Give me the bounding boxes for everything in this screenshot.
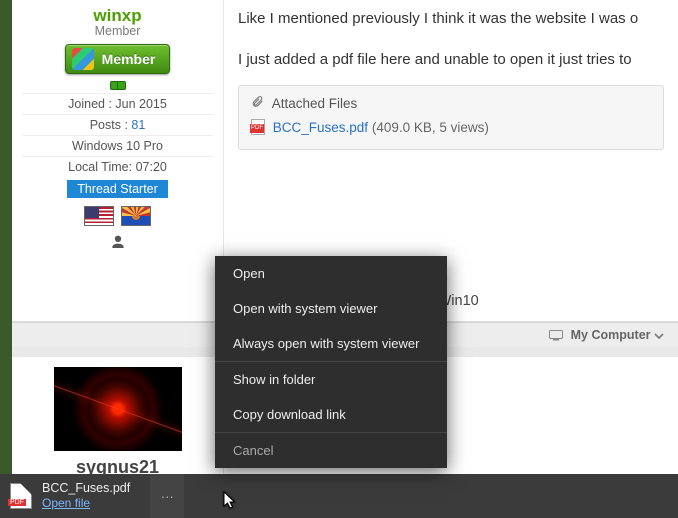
windows-logo-icon — [72, 48, 94, 70]
thread-starter-badge: Thread Starter — [67, 180, 168, 198]
local-time-line: Local Time: 07:20 — [22, 156, 213, 177]
joined-line: Joined : Jun 2015 — [22, 93, 213, 114]
download-context-menu: Open Open with system viewer Always open… — [215, 256, 447, 468]
os-line: Windows 10 Pro — [22, 135, 213, 156]
flag-us-icon — [84, 206, 114, 226]
member-badge-label: Member — [102, 51, 156, 67]
posts-count-link[interactable]: 81 — [131, 118, 145, 132]
flag-arizona-icon — [121, 206, 151, 226]
attachment-link[interactable]: BCC_Fuses.pdf — [273, 120, 368, 135]
mouse-cursor-icon — [223, 491, 239, 514]
attached-files-title: Attached Files — [251, 94, 651, 114]
user-panel: winxp Member Member Joined : Jun 2015 Po… — [12, 0, 224, 321]
menu-item-open[interactable]: Open — [215, 256, 447, 291]
avatar[interactable] — [54, 367, 182, 451]
attachment-row: BCC_Fuses.pdf (409.0 KB, 5 views) — [251, 118, 651, 138]
menu-item-copy-download-link[interactable]: Copy download link — [215, 397, 447, 432]
attachment-meta: (409.0 KB, 5 views) — [372, 120, 489, 135]
menu-item-cancel[interactable]: Cancel — [215, 433, 447, 468]
username-link[interactable]: winxp — [22, 6, 213, 26]
flags — [22, 206, 213, 226]
post-text-line: Like I mentioned previously I think it w… — [238, 8, 664, 31]
download-more-button[interactable]: ··· — [150, 474, 184, 518]
download-shelf: BCC_Fuses.pdf Open file ··· — [0, 474, 678, 518]
post-text-line: I just added a pdf file here and unable … — [238, 49, 664, 72]
profile-icon[interactable] — [22, 234, 213, 255]
open-file-link[interactable]: Open file — [42, 496, 130, 510]
pdf-file-icon — [10, 483, 32, 509]
user-rank: Member — [22, 24, 213, 38]
member-badge: Member — [65, 44, 171, 74]
pdf-file-icon — [251, 119, 265, 135]
paperclip-icon — [251, 96, 268, 111]
menu-item-always-open-system-viewer[interactable]: Always open with system viewer — [215, 326, 447, 361]
my-computer-toggle[interactable]: My Computer — [549, 328, 668, 342]
menu-item-open-system-viewer[interactable]: Open with system viewer — [215, 291, 447, 326]
menu-item-show-in-folder[interactable]: Show in folder — [215, 362, 447, 397]
posts-line: Posts : 81 — [22, 114, 213, 135]
chevron-down-icon — [654, 331, 664, 341]
download-filename: BCC_Fuses.pdf — [42, 481, 130, 496]
rep-dots — [22, 78, 213, 93]
download-item[interactable]: BCC_Fuses.pdf Open file — [0, 474, 144, 518]
user-panel: sygnus21 — [12, 357, 224, 488]
attached-files-box: Attached Files BCC_Fuses.pdf (409.0 KB, … — [238, 85, 664, 150]
